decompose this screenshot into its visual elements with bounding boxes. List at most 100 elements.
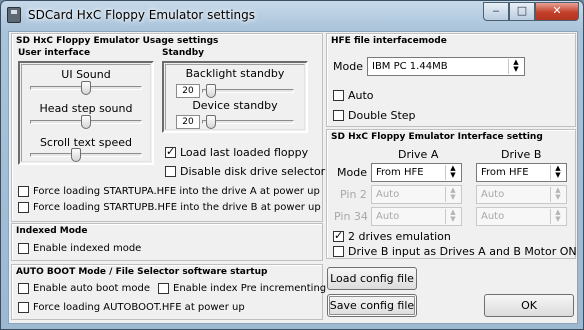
drive-b-input-checkbox[interactable]: Drive B input as Drives A and B Motor ON bbox=[333, 245, 577, 258]
auto-label: Auto bbox=[348, 89, 374, 102]
force-startupb-label: Force loading STARTUPB.HFE into the driv… bbox=[33, 202, 321, 213]
drive-b-pin2-select[interactable]: Auto ▲ ▼ bbox=[476, 185, 567, 204]
spinner-icon: ▲ ▼ bbox=[445, 165, 460, 180]
pin2-row-label: Pin 2 bbox=[340, 188, 367, 201]
drive-b-header: Drive B bbox=[501, 148, 542, 161]
minimize-button[interactable]: ‒ bbox=[483, 2, 509, 21]
double-step-checkbox[interactable]: Double Step bbox=[333, 109, 416, 122]
double-step-label: Double Step bbox=[348, 109, 416, 122]
load-config-button[interactable]: Load config file bbox=[327, 267, 417, 290]
force-startupa-label: Force loading STARTUPA.HFE into the driv… bbox=[33, 186, 320, 197]
hfe-mode-value: IBM PC 1.44MB bbox=[372, 61, 448, 72]
standby-panel: Backlight standby 20 Device standby 20 bbox=[162, 61, 308, 133]
drive-b-mode-select[interactable]: From HFE ▲ ▼ bbox=[476, 163, 567, 182]
indexed-mode-title: Indexed Mode bbox=[16, 226, 88, 236]
dialog-client: SD HxC Floppy Emulator Usage settings Us… bbox=[8, 31, 578, 324]
enable-auto-boot-checkbox[interactable]: Enable auto boot mode bbox=[18, 283, 150, 294]
scroll-text-speed-slider[interactable] bbox=[30, 153, 142, 157]
backlight-standby-label: Backlight standby bbox=[185, 67, 285, 80]
hfe-mode-select[interactable]: IBM PC 1.44MB ▲ ▼ bbox=[367, 57, 525, 76]
pin34-row-label: Pin 34 bbox=[334, 210, 368, 223]
drive-b-mode-value: From HFE bbox=[481, 167, 529, 178]
drive-a-pin2-value: Auto bbox=[376, 189, 400, 200]
backlight-standby-value[interactable]: 20 bbox=[176, 84, 200, 98]
load-last-floppy-checkbox[interactable]: Load last loaded floppy bbox=[165, 145, 309, 159]
drive-a-pin34-value: Auto bbox=[376, 211, 400, 222]
checkbox-box[interactable] bbox=[333, 229, 344, 242]
spinner-icon: ▲ ▼ bbox=[445, 209, 460, 224]
backlight-standby-thumb[interactable] bbox=[206, 84, 217, 98]
usage-settings-group: SD HxC Floppy Emulator Usage settings Us… bbox=[11, 33, 325, 222]
checkbox-box[interactable] bbox=[333, 110, 344, 121]
spinner-icon: ▲ ▼ bbox=[550, 165, 565, 180]
auto-boot-title: AUTO BOOT Mode / File Selector software … bbox=[16, 267, 268, 277]
disable-selector-checkbox[interactable]: Disable disk drive selector bbox=[165, 165, 325, 178]
maximize-button[interactable]: □ bbox=[509, 2, 535, 21]
load-last-floppy-label: Load last loaded floppy bbox=[180, 146, 309, 159]
force-startupa-checkbox[interactable]: Force loading STARTUPA.HFE into the driv… bbox=[18, 186, 320, 197]
hfe-mode-label: Mode bbox=[333, 60, 363, 73]
drive-b-pin2-value: Auto bbox=[481, 189, 505, 200]
checkbox-box[interactable] bbox=[333, 90, 344, 101]
checkbox-box[interactable] bbox=[165, 145, 176, 158]
mode-row-label: Mode bbox=[337, 166, 367, 179]
auto-checkbox[interactable]: Auto bbox=[333, 89, 374, 102]
drive-a-header: Drive A bbox=[398, 148, 439, 161]
user-interface-title: User interface bbox=[18, 48, 91, 58]
checkbox-box[interactable] bbox=[18, 243, 29, 254]
checkbox-box[interactable] bbox=[333, 246, 344, 257]
sd-card-icon bbox=[7, 7, 21, 23]
enable-indexed-label: Enable indexed mode bbox=[33, 243, 142, 254]
checkbox-box[interactable] bbox=[18, 302, 29, 313]
drive-a-pin34-select[interactable]: Auto ▲ ▼ bbox=[371, 207, 462, 226]
title-bar[interactable]: SDCard HxC Floppy Emulator settings ‒ □ … bbox=[1, 1, 583, 31]
interface-setting-group: SD HxC Floppy Emulator Interface setting… bbox=[326, 129, 577, 259]
force-autoboot-label: Force loading AUTOBOOT.HFE at power up bbox=[33, 302, 245, 313]
enable-auto-boot-label: Enable auto boot mode bbox=[33, 283, 150, 294]
checkbox-box[interactable] bbox=[18, 186, 29, 197]
checkbox-box[interactable] bbox=[18, 202, 29, 213]
scroll-text-speed-thumb[interactable] bbox=[70, 148, 81, 162]
force-startupb-checkbox[interactable]: Force loading STARTUPB.HFE into the driv… bbox=[18, 202, 321, 213]
two-drives-checkbox[interactable]: 2 drives emulation bbox=[333, 229, 451, 243]
spinner-icon: ▲ ▼ bbox=[445, 187, 460, 202]
drive-b-pin34-value: Auto bbox=[481, 211, 505, 222]
spinner-icon: ▲ ▼ bbox=[508, 59, 523, 74]
enable-indexed-checkbox[interactable]: Enable indexed mode bbox=[18, 243, 141, 254]
spinner-icon: ▲ ▼ bbox=[550, 209, 565, 224]
drive-b-pin34-select[interactable]: Auto ▲ ▼ bbox=[476, 207, 567, 226]
spinner-icon: ▲ ▼ bbox=[550, 187, 565, 202]
auto-boot-group: AUTO BOOT Mode / File Selector software … bbox=[11, 264, 326, 320]
checkbox-box[interactable] bbox=[165, 166, 176, 177]
device-standby-thumb[interactable] bbox=[206, 115, 217, 129]
checkbox-box[interactable] bbox=[18, 283, 29, 294]
head-step-sound-thumb[interactable] bbox=[81, 115, 91, 129]
settings-window: SDCard HxC Floppy Emulator settings ‒ □ … bbox=[0, 0, 584, 330]
device-standby-label: Device standby bbox=[192, 99, 278, 112]
hfe-mode-group: HFE file interfacemode Mode IBM PC 1.44M… bbox=[326, 33, 576, 127]
close-button[interactable]: ✕ bbox=[535, 2, 579, 21]
window-title: SDCard HxC Floppy Emulator settings bbox=[28, 8, 256, 22]
head-step-sound-label: Head step sound bbox=[39, 102, 133, 115]
disable-selector-label: Disable disk drive selector bbox=[180, 165, 326, 178]
ui-sound-label: UI Sound bbox=[61, 68, 111, 81]
checkbox-box[interactable] bbox=[158, 283, 169, 294]
drive-a-mode-value: From HFE bbox=[376, 167, 424, 178]
two-drives-label: 2 drives emulation bbox=[348, 230, 451, 243]
drive-a-pin2-select[interactable]: Auto ▲ ▼ bbox=[371, 185, 462, 204]
ok-button[interactable]: OK bbox=[484, 294, 574, 317]
save-config-button[interactable]: Save config file bbox=[327, 294, 417, 317]
device-standby-value[interactable]: 20 bbox=[176, 115, 200, 129]
standby-title: Standby bbox=[162, 48, 205, 58]
scroll-text-speed-label: Scroll text speed bbox=[39, 136, 133, 149]
usage-settings-title: SD HxC Floppy Emulator Usage settings bbox=[16, 36, 219, 46]
drive-b-input-label: Drive B input as Drives A and B Motor ON bbox=[348, 245, 577, 258]
indexed-mode-group: Indexed Mode Enable indexed mode bbox=[11, 223, 323, 261]
drive-a-mode-select[interactable]: From HFE ▲ ▼ bbox=[371, 163, 462, 182]
index-pre-label: Enable index Pre incrementing bbox=[173, 283, 327, 294]
index-pre-checkbox[interactable]: Enable index Pre incrementing bbox=[158, 283, 326, 294]
interface-setting-title: SD HxC Floppy Emulator Interface setting bbox=[331, 132, 543, 142]
ui-sound-thumb[interactable] bbox=[81, 81, 91, 95]
user-interface-panel: UI Sound Head step sound Scroll text spe… bbox=[18, 61, 154, 165]
force-autoboot-checkbox[interactable]: Force loading AUTOBOOT.HFE at power up bbox=[18, 302, 245, 313]
